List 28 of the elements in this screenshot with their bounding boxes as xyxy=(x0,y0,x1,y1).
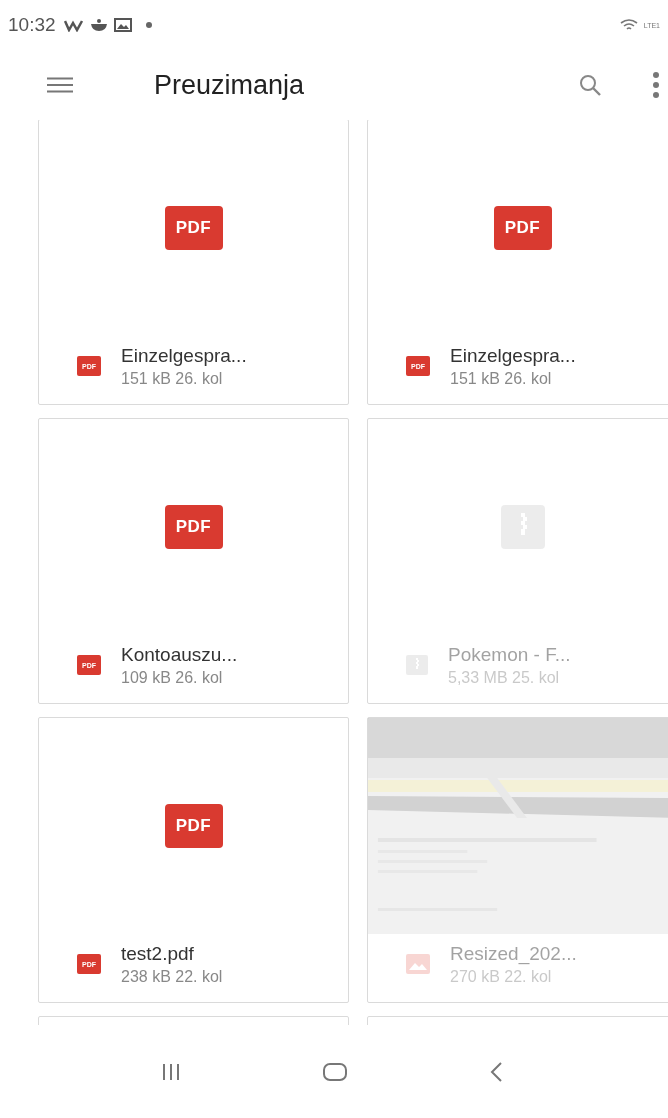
file-name: Einzelgespra... xyxy=(450,344,576,367)
file-name: test2.pdf xyxy=(121,942,195,965)
file-name: Resized_202... xyxy=(450,942,577,965)
bowl-icon xyxy=(89,18,108,32)
wifi-icon xyxy=(619,18,638,32)
home-icon[interactable] xyxy=(322,1062,347,1081)
more-icon[interactable] xyxy=(652,72,660,98)
file-name: Pokemon - F... xyxy=(448,643,571,666)
status-time: 10:32 xyxy=(8,14,56,36)
back-icon[interactable] xyxy=(489,1061,502,1082)
pdf-badge: PDF xyxy=(493,206,552,250)
search-icon[interactable] xyxy=(578,73,602,97)
file-details: 151 kB 26. kol xyxy=(450,369,553,388)
recent-apps-icon[interactable] xyxy=(161,1062,180,1081)
dot-icon xyxy=(145,22,152,28)
file-name: Einzelgespra... xyxy=(121,344,247,367)
menu-icon[interactable] xyxy=(47,77,73,93)
file-details: 238 kB 22. kol xyxy=(121,967,223,986)
image-icon xyxy=(113,18,132,32)
image-icon xyxy=(406,954,430,974)
file-details: 109 kB 26. kol xyxy=(121,668,224,687)
pdf-badge: PDF xyxy=(164,804,223,848)
file-details: 151 kB 26. kol xyxy=(121,369,224,388)
file-name: Kontoauszu... xyxy=(121,643,238,666)
notification-icon xyxy=(63,18,84,32)
pdf-badge: PDF xyxy=(164,206,223,250)
toolbar-title: Preuzimanja xyxy=(154,69,306,101)
pdf-badge: PDF xyxy=(164,505,223,549)
